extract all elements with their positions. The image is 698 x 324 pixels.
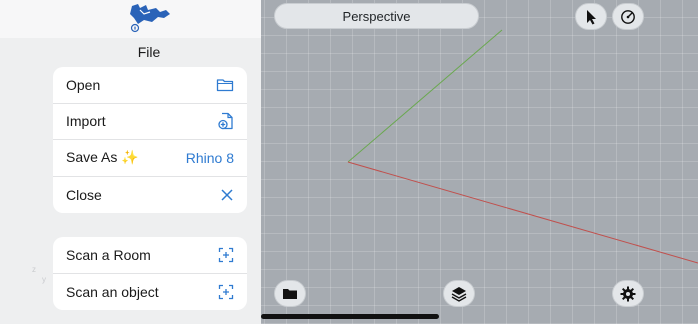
gumball-button[interactable] [612,3,644,30]
scan-actions-card: Scan a Room Scan an object [53,237,247,310]
import-menu-item[interactable]: Import [53,104,247,140]
close-menu-item[interactable]: Close [53,177,247,214]
open-menu-item[interactable]: Open [53,67,247,104]
folder-icon [216,79,234,91]
scan-object-menu-item[interactable]: Scan an object [53,274,247,311]
ghost-axis-z: z [32,265,36,274]
open-folder-button[interactable] [274,280,306,307]
select-button[interactable] [575,3,607,30]
settings-icon [620,286,636,301]
close-icon [221,189,233,201]
y-axis-line [347,29,503,163]
rhino-logo-icon [130,4,170,33]
scan-object-label: Scan an object [66,283,159,300]
save-as-label: Save As [66,149,118,166]
gumball-icon [621,9,635,24]
x-axis-line [347,161,698,264]
settings-button[interactable] [612,280,644,307]
file-panel: File Open Import Save As ✨ Rhino 8 Close… [0,0,261,324]
scan-room-label: Scan a Room [66,246,151,263]
panel-header [0,0,261,38]
import-file-icon [218,113,233,130]
home-indicator [261,314,439,319]
viewport-title-label: Perspective [342,8,411,24]
save-as-menu-item[interactable]: Save As ✨ Rhino 8 [53,140,247,177]
scan-room-menu-item[interactable]: Scan a Room [53,237,247,274]
select-arrow-icon [587,9,596,24]
scan-room-icon [218,247,234,262]
layers-button[interactable] [443,280,475,307]
import-label: Import [66,113,106,130]
save-as-version-value[interactable]: Rhino 8 [186,150,234,166]
panel-title: File [137,44,161,60]
sparkle-icon: ✨ [121,149,139,166]
scan-object-icon [218,284,234,299]
save-as-label-group: Save As ✨ [66,149,139,166]
open-folder-icon [283,289,297,299]
ghost-axis-y: y [42,275,46,284]
file-actions-card: Open Import Save As ✨ Rhino 8 Close [53,67,247,213]
close-label: Close [66,186,102,203]
viewport-title[interactable]: Perspective [274,3,479,29]
layers-icon [451,286,467,302]
open-label: Open [66,76,101,93]
